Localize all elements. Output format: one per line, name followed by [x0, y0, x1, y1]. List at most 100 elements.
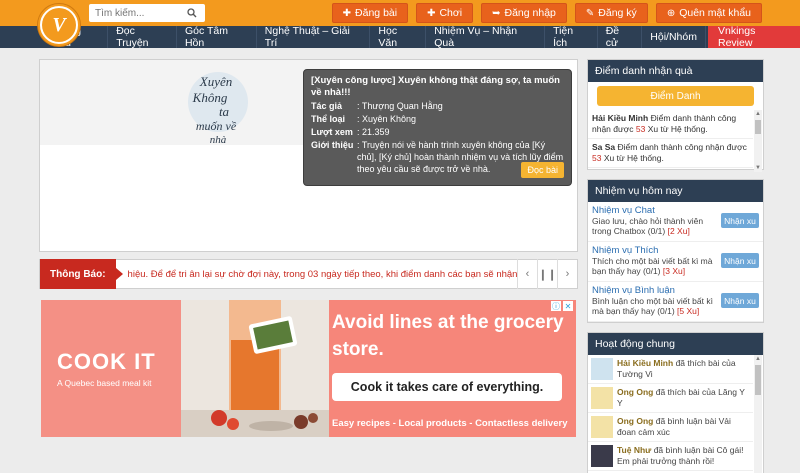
ad-close-icon[interactable]: ✕ [563, 301, 573, 311]
user-name[interactable]: Tuệ Như [617, 445, 651, 455]
nav-groups[interactable]: Hội/Nhóm [642, 26, 706, 48]
register-button[interactable]: ✎ Đăng ký [574, 3, 648, 23]
story-info-box: [Xuyên công lược] Xuyên không thật đáng … [303, 69, 572, 186]
post-button[interactable]: ✚ Đăng bài [331, 3, 409, 23]
ad-info-icon[interactable]: ⓘ [551, 301, 561, 311]
cover-text-1: Xuyên [199, 74, 232, 89]
row-key: Thể loại [311, 114, 346, 124]
activity-list: Hải Kiều Minh đã thích bài của Tường Vi … [588, 355, 763, 473]
activity-scrollbar[interactable]: ▲ [754, 355, 762, 473]
ad-headline: Avoid lines at the grocery store. [332, 312, 564, 360]
site-logo[interactable]: V [38, 4, 80, 46]
scroll-up-icon[interactable]: ▲ [754, 110, 762, 118]
prev-icon[interactable]: ‹ [517, 259, 537, 289]
nav-nominations[interactable]: Đề cử [598, 25, 643, 49]
scroll-thumb[interactable] [755, 120, 761, 134]
story-author-row: Tác giả: Thượng Quan Hằng [311, 100, 564, 112]
main-nav: Trang chủ Đọc Truyện Góc Tâm Hồn Nghệ Th… [0, 25, 800, 49]
next-icon[interactable]: › [557, 259, 577, 289]
checkin-panel: Điểm danh nhận quà Điểm Danh Hải Kiều Mi… [587, 59, 764, 172]
ad-brand-sub: A Quebec based meal kit [57, 378, 152, 388]
list-item: Hải Kiều Minh Điểm danh thành công nhận … [588, 110, 753, 139]
checkin-title: Điểm danh nhận quà [588, 60, 763, 82]
advertisement[interactable]: COOK IT A Quebec based meal kit Avoid li… [41, 300, 576, 437]
read-story-button[interactable]: Đọc bài [521, 162, 564, 178]
user-name[interactable]: Ong Ong [617, 387, 653, 397]
list-item: Ong Ong đã thích bài của Lăng Y Y [588, 384, 753, 413]
item-text: Điểm danh thành công nhận được [615, 142, 747, 152]
row-key: Lượt xem [311, 127, 353, 137]
missions-title: Nhiệm vụ hôm nay [588, 180, 763, 202]
claim-xu-button[interactable]: Nhận xu [721, 293, 759, 308]
cover-text-5: nhà [210, 134, 227, 145]
mission-item: Nhiệm vụ Thích Thích cho một bài viết bấ… [588, 242, 763, 282]
nav-missions-gifts[interactable]: Nhiệm Vụ – Nhận Quà [426, 25, 546, 49]
gamepad-icon: ✚ [427, 7, 436, 19]
user-name[interactable]: Hải Kiều Minh [617, 358, 673, 368]
story-views-row: Lượt xem: 21.359 [311, 126, 564, 138]
nav-vnkings-review[interactable]: Vnkings Review [707, 25, 800, 49]
activity-panel: Hoạt động chung Hải Kiều Minh đã thích b… [587, 332, 764, 473]
nav-soul-corner[interactable]: Góc Tâm Hồn [177, 25, 257, 49]
pause-icon[interactable]: ❙❙ [537, 259, 557, 289]
mission-reward: [3 Xu] [662, 266, 686, 276]
list-item: Tuệ Như đã bình luận bài Cô gái! Em phải… [588, 442, 753, 471]
checkin-list: Hải Kiều Minh Điểm danh thành công nhận … [588, 110, 763, 172]
search-input[interactable] [89, 5, 185, 21]
announcement-text[interactable]: hiệu. Để để tri ân lại sự chờ đợi này, t… [116, 269, 517, 280]
nav-read-stories[interactable]: Đọc Truyện [108, 25, 177, 49]
checkin-button[interactable]: Điểm Danh [597, 86, 754, 106]
mission-title[interactable]: Nhiệm vụ Chat [592, 205, 721, 216]
forgot-password-label: Quên mật khẩu [679, 7, 751, 19]
claim-xu-button[interactable]: Nhận xu [721, 213, 759, 228]
logo-mark: V [42, 8, 76, 42]
scroll-up-icon[interactable]: ▲ [754, 355, 762, 363]
checkin-scrollbar[interactable]: ▲ ▼ [754, 110, 762, 172]
nav-literature[interactable]: Học Văn [370, 25, 427, 49]
scroll-thumb[interactable] [755, 365, 761, 395]
mission-desc: Bình luận cho một bài viết bất kì mà bạn… [592, 296, 721, 316]
announcement-label: Thông Báo: [40, 259, 123, 289]
story-genre-row: Thể loại: Xuyên Không [311, 113, 564, 125]
forgot-password-button[interactable]: ⊕ Quên mật khẩu [655, 3, 762, 23]
mission-title[interactable]: Nhiệm vụ Thích [592, 245, 721, 256]
scroll-down-icon[interactable]: ▼ [754, 164, 762, 172]
edit-icon: ✎ [585, 7, 595, 19]
list-item: Ong Ong đã bình luận bài Vải đoan cảm xú… [588, 413, 753, 442]
user-name[interactable]: Ong Ong [617, 416, 653, 426]
claim-xu-button[interactable]: Nhận xu [721, 253, 759, 268]
row-value: : Thượng Quan Hằng [357, 101, 443, 111]
mission-title[interactable]: Nhiệm vụ Bình luận [592, 285, 721, 296]
mission-reward: [5 Xu] [677, 306, 700, 316]
search-box[interactable] [89, 4, 205, 22]
avatar[interactable] [591, 358, 613, 380]
story-cover-area[interactable]: Xuyên Không ta muốn về nhà [40, 60, 340, 145]
announcement-bar: Thông Báo: hiệu. Để để tri ân lại sự chờ… [39, 259, 578, 289]
ad-cta-button[interactable]: Cook it takes care of everything. [332, 373, 562, 401]
avatar[interactable] [591, 445, 613, 467]
list-item: Sa Sa Điểm danh thành công nhận được 53 … [588, 139, 753, 168]
xu-amount: 53 [635, 124, 646, 134]
ad-photo [181, 300, 329, 437]
avatar[interactable] [591, 387, 613, 409]
user-name[interactable]: Sa Sa [592, 142, 615, 152]
top-bar: ✚Đăng bài ✚Chơi ➥Đăng nhập ✎Đăng ký ⊕Quê… [0, 0, 800, 26]
mission-item: Nhiệm vụ Chat Giao lưu, chào hỏi thành v… [588, 202, 763, 242]
featured-story: Xuyên Không ta muốn về nhà [Xuyên công l… [39, 59, 578, 252]
nav-utilities[interactable]: Tiện Ích [545, 25, 598, 49]
story-title[interactable]: [Xuyên công lược] Xuyên không thật đáng … [311, 75, 564, 99]
search-icon[interactable] [185, 6, 199, 20]
user-name[interactable]: Hải Kiều Minh [592, 113, 648, 123]
ad-brand: COOK IT [57, 349, 156, 374]
item-text: Xu từ Hệ thống. [645, 124, 708, 134]
avatar[interactable] [591, 416, 613, 438]
mission-reward: [2 Xu] [667, 226, 690, 236]
login-icon: ➥ [492, 7, 501, 19]
play-button[interactable]: ✚ Chơi [416, 3, 474, 23]
lifebuoy-icon: ⊕ [666, 7, 676, 19]
activity-title: Hoạt động chung [588, 333, 763, 355]
login-button[interactable]: ➥ Đăng nhập [481, 3, 567, 23]
login-button-label: Đăng nhập [504, 7, 556, 19]
cover-text-3: ta [219, 104, 230, 119]
nav-arts-entertainment[interactable]: Nghệ Thuật – Giải Trí [257, 25, 371, 49]
